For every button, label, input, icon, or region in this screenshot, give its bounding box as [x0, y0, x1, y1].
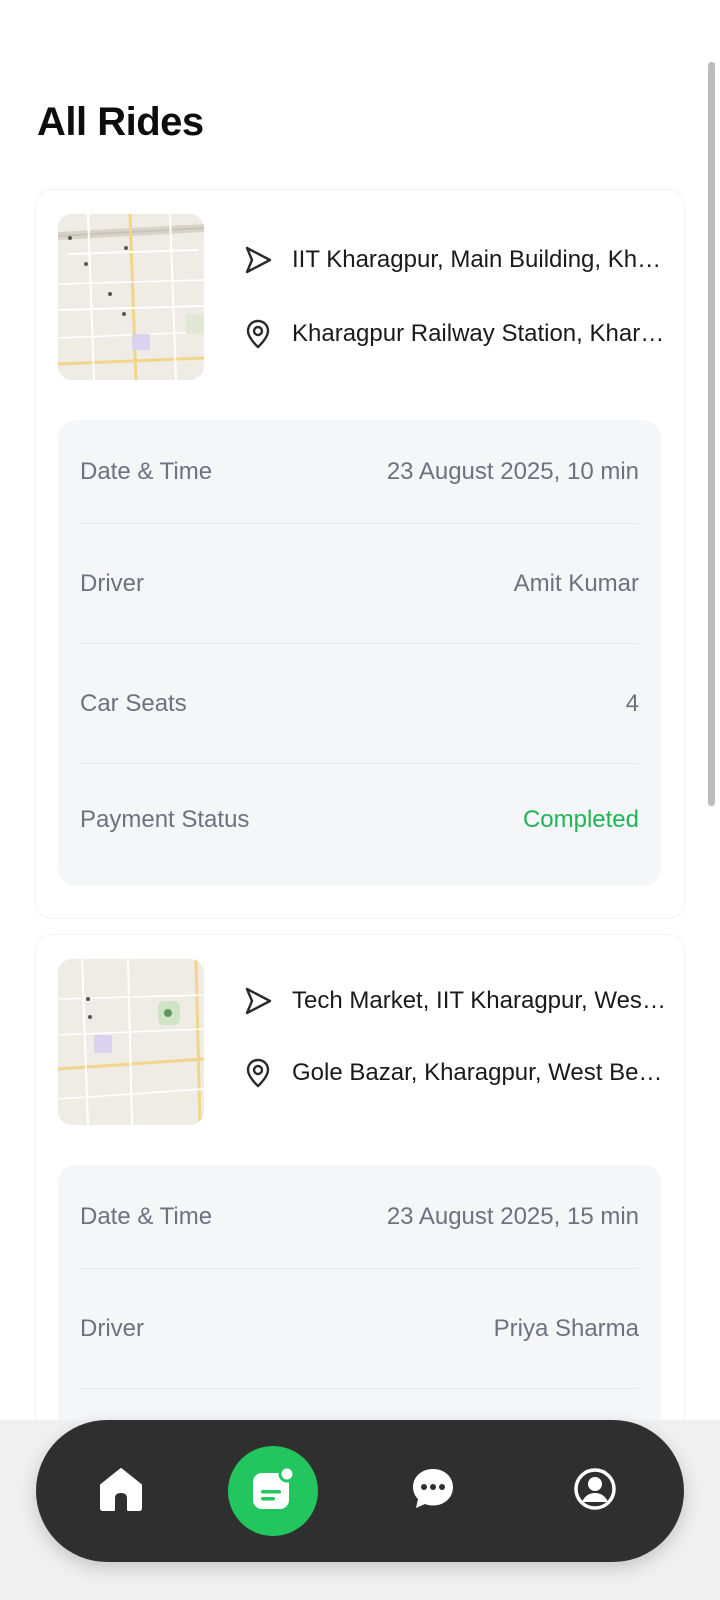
detail-label: Payment Status	[80, 806, 250, 833]
dropoff-location: Kharagpur Railway Station, Kharagpur, We…	[242, 318, 672, 350]
detail-value: 23 August 2025, 10 min	[386, 457, 639, 485]
nav-rides-button[interactable]	[228, 1446, 318, 1536]
dropoff-location: Gole Bazar, Kharagpur, West Bengal	[242, 1057, 672, 1089]
detail-label: Date & Time	[80, 1202, 213, 1230]
nav-profile-button[interactable]	[550, 1446, 640, 1536]
route-arrow-icon	[242, 244, 274, 276]
dropoff-address: Kharagpur Railway Station, Kharagpur, We…	[292, 320, 672, 347]
route-map-thumbnail[interactable]	[58, 214, 204, 380]
detail-row-driver: Driver Amit Kumar	[80, 524, 639, 644]
bottom-navigation	[36, 1420, 684, 1562]
detail-row-seats: Car Seats 4	[80, 644, 639, 764]
detail-value: Amit Kumar	[513, 569, 639, 597]
scrollbar[interactable]	[708, 62, 715, 806]
route-arrow-icon	[242, 985, 274, 1017]
detail-label: Date & Time	[80, 457, 213, 485]
rides-icon	[250, 1465, 296, 1517]
pickup-location: IIT Kharagpur, Main Building, Kharagpur,…	[242, 244, 672, 276]
detail-row-date: Date & Time 23 August 2025, 10 min	[80, 420, 639, 524]
detail-label: Driver	[80, 569, 144, 597]
detail-label: Driver	[80, 1314, 144, 1342]
home-icon	[97, 1466, 145, 1517]
detail-label: Car Seats	[80, 689, 187, 717]
detail-row-payment: Payment Status Completed	[80, 764, 639, 860]
chat-icon	[410, 1466, 456, 1517]
route-map-thumbnail[interactable]	[58, 959, 204, 1125]
detail-row-date: Date & Time 23 August 2025, 15 min	[80, 1165, 639, 1269]
dropoff-address: Gole Bazar, Kharagpur, West Bengal	[292, 1059, 672, 1086]
profile-icon	[572, 1466, 618, 1517]
ride-details-panel: Date & Time 23 August 2025, 10 min Drive…	[58, 420, 661, 886]
ride-card[interactable]: IIT Kharagpur, Main Building, Kharagpur,…	[36, 190, 684, 918]
nav-home-button[interactable]	[76, 1446, 166, 1536]
page-title: All Rides	[37, 100, 204, 144]
location-pin-icon	[242, 318, 274, 350]
pickup-address: Tech Market, IIT Kharagpur, West Bengal	[292, 987, 672, 1014]
location-pin-icon	[242, 1057, 274, 1089]
detail-row-driver: Driver Priya Sharma	[80, 1269, 639, 1389]
detail-value: Priya Sharma	[493, 1314, 639, 1342]
payment-status-badge: Completed	[522, 806, 639, 833]
detail-value: 23 August 2025, 15 min	[386, 1202, 639, 1230]
nav-chat-button[interactable]	[388, 1446, 478, 1536]
pickup-location: Tech Market, IIT Kharagpur, West Bengal	[242, 985, 672, 1017]
pickup-address: IIT Kharagpur, Main Building, Kharagpur,…	[292, 246, 672, 273]
detail-value: 4	[625, 689, 639, 717]
